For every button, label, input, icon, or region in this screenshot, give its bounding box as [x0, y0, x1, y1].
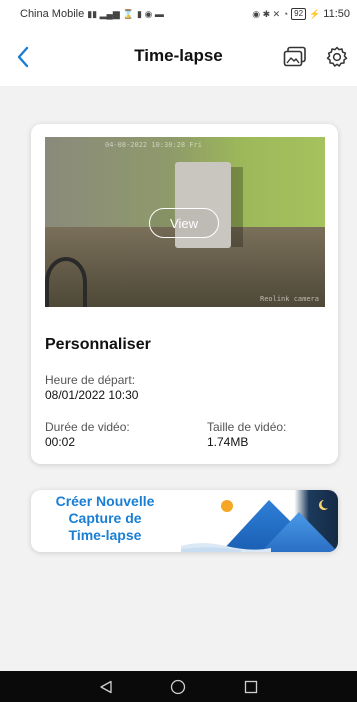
duration-value: 00:02 — [45, 435, 76, 449]
banner-text: Créer Nouvelle Capture de Time-lapse — [41, 493, 169, 544]
view-button[interactable]: View — [149, 208, 219, 238]
video-thumbnail[interactable]: 04-08-2022 10:30:28 Fri Reolink camera V… — [45, 137, 325, 307]
thumbnail-shadow — [231, 167, 243, 247]
nav-home-button[interactable] — [163, 672, 193, 702]
card-title: Personnaliser — [45, 336, 151, 353]
hourglass-icon: ⌛ — [122, 8, 135, 19]
circle-home-icon — [171, 679, 186, 694]
size-label: Taille de vidéo: — [207, 420, 287, 434]
status-left: China Mobile ▮▮ ▂▄▆ ⌛ ▮ ◉ ▬ — [20, 8, 164, 20]
notification-icon: ▮ ◉ ▬ — [137, 8, 164, 19]
nav-recent-button[interactable] — [236, 672, 266, 702]
mountain-illustration — [181, 490, 338, 552]
charging-icon: ⚡ — [309, 8, 321, 19]
nav-back-button[interactable] — [91, 672, 121, 702]
battery-icon: 92 — [291, 8, 307, 20]
settings-button[interactable] — [322, 42, 352, 72]
thumbnail-timestamp: 04-08-2022 10:30:28 Fri — [105, 141, 202, 149]
thumbnail-watermark: Reolink camera — [259, 295, 319, 303]
triangle-back-icon — [100, 680, 112, 693]
gear-icon — [326, 46, 348, 67]
timelapse-video-card[interactable]: 04-08-2022 10:30:28 Fri Reolink camera V… — [31, 124, 338, 464]
square-recent-icon — [244, 680, 257, 693]
banner-line-1: Créer Nouvelle — [55, 493, 155, 509]
app-bar: Time-lapse — [0, 28, 357, 86]
start-time-value: 08/01/2022 10:30 — [45, 388, 139, 402]
signal-icon: ▮▮ ▂▄▆ — [87, 8, 120, 19]
status-icons: ◉ ✱ ✕ ◔ — [252, 8, 289, 19]
status-right: ◉ ✱ ✕ ◔ 92 ⚡ 11:50 — [252, 8, 350, 20]
image-gallery-icon — [283, 46, 306, 67]
thumbnail-cable — [45, 257, 87, 307]
gallery-button[interactable] — [280, 42, 310, 72]
create-timelapse-banner[interactable]: Créer Nouvelle Capture de Time-lapse — [31, 490, 338, 552]
carrier-label: China Mobile — [20, 8, 85, 20]
clock: 11:50 — [323, 8, 350, 20]
banner-line-3: Time-lapse — [68, 527, 142, 543]
start-time-label: Heure de départ: — [45, 373, 136, 387]
size-value: 1.74MB — [207, 435, 249, 449]
duration-label: Durée de vidéo: — [45, 420, 130, 434]
banner-line-2: Capture de — [68, 510, 142, 526]
status-bar: China Mobile ▮▮ ▂▄▆ ⌛ ▮ ◉ ▬ ◉ ✱ ✕ ◔ 92 ⚡… — [0, 0, 357, 28]
system-nav-bar — [0, 671, 357, 702]
